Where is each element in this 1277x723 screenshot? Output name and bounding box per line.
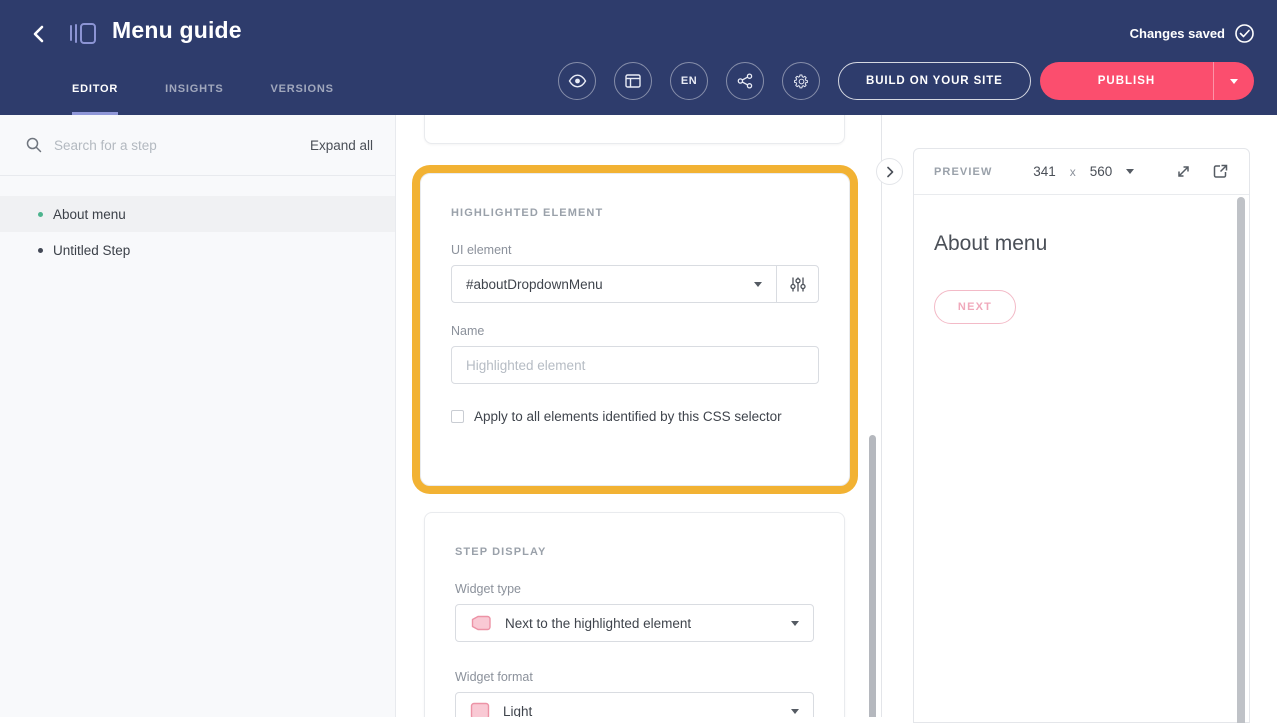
ui-element-label: UI element — [451, 243, 819, 257]
logo-bar — [75, 24, 77, 43]
preview-size-select[interactable]: 341 x 560 — [1033, 164, 1134, 179]
tab-versions[interactable]: VERSIONS — [271, 83, 334, 115]
collapse-panel-button[interactable] — [876, 158, 903, 185]
layout-button[interactable] — [614, 62, 652, 100]
widget-type-select[interactable]: Next to the highlighted element — [455, 604, 814, 642]
share-button[interactable] — [726, 62, 764, 100]
step-dot — [38, 248, 43, 253]
save-status: Changes saved — [1130, 23, 1255, 44]
logo-rect — [80, 23, 96, 44]
tab-editor[interactable]: EDITOR — [72, 83, 118, 115]
preview-card: PREVIEW 341 x 560 — [913, 148, 1250, 723]
page-title: Menu guide — [112, 17, 242, 44]
checkbox[interactable] — [451, 410, 464, 423]
step-display-card: STEP DISPLAY Widget type Next to the hig… — [424, 512, 845, 717]
format-swatch-icon — [470, 702, 490, 717]
preview-header-icons — [1175, 163, 1229, 180]
preview-scrollbar-thumb[interactable] — [1237, 197, 1245, 723]
dropdown-caret-icon — [791, 709, 799, 714]
dropdown-caret-icon — [754, 282, 762, 287]
header-tabs: EDITOR INSIGHTS VERSIONS — [72, 83, 334, 115]
widget-format-label: Widget format — [455, 670, 814, 684]
chevron-right-icon — [886, 166, 894, 178]
widget-type-value: Next to the highlighted element — [505, 616, 778, 631]
preview-panel-title: PREVIEW — [934, 166, 992, 178]
preview-height-value: 560 — [1090, 164, 1113, 179]
logo-bar — [70, 25, 72, 41]
step-label: About menu — [53, 207, 126, 222]
header-icon-toolbar: EN — [558, 62, 820, 100]
name-label: Name — [451, 324, 819, 338]
step-item-untitled-step[interactable]: Untitled Step — [0, 232, 395, 268]
widget-format-select[interactable]: Light — [455, 692, 814, 717]
apply-all-checkbox-row[interactable]: Apply to all elements identified by this… — [451, 409, 819, 424]
dropdown-caret-icon — [791, 621, 799, 626]
preview-header: PREVIEW 341 x 560 — [914, 149, 1249, 195]
tooltip-widget-icon — [470, 613, 492, 633]
expand-preview-button[interactable] — [1175, 163, 1192, 180]
preview-eye-button[interactable] — [558, 62, 596, 100]
publish-button[interactable]: PUBLISH — [1040, 62, 1213, 100]
step-item-about-menu[interactable]: About menu — [0, 196, 395, 232]
preview-body: About menu NEXT — [914, 195, 1249, 723]
checkbox-label: Apply to all elements identified by this… — [474, 409, 782, 424]
preview-step-title: About menu — [934, 232, 1229, 256]
search-input[interactable] — [54, 138, 310, 153]
preview-next-button[interactable]: NEXT — [934, 290, 1016, 324]
preview-width-value: 341 — [1033, 164, 1056, 179]
ui-element-select[interactable]: #aboutDropdownMenu — [452, 266, 776, 302]
build-on-your-site-button[interactable]: BUILD ON YOUR SITE — [838, 62, 1031, 100]
language-badge: EN — [681, 75, 697, 87]
step-editor-panel: HIGHLIGHTED ELEMENT UI element #aboutDro… — [396, 115, 881, 717]
step-search-row: Expand all — [0, 115, 395, 176]
preview-size-separator: x — [1070, 165, 1076, 179]
publish-button-group: PUBLISH — [1040, 62, 1254, 100]
sliders-icon — [790, 276, 806, 293]
widget-type-label: Widget type — [455, 582, 814, 596]
open-in-new-tab-button[interactable] — [1212, 163, 1229, 180]
share-icon — [737, 73, 753, 89]
previous-settings-card — [424, 115, 845, 144]
settings-button[interactable] — [782, 62, 820, 100]
back-chevron-icon — [32, 25, 44, 43]
search-icon — [26, 137, 42, 153]
widget-format-value: Light — [503, 704, 778, 718]
step-list: About menu Untitled Step — [0, 176, 395, 268]
app-header: Menu guide Changes saved EDITOR INSIGHTS… — [0, 0, 1277, 115]
section-title: HIGHLIGHTED ELEMENT — [451, 207, 819, 219]
selector-settings-button[interactable] — [777, 266, 818, 302]
layout-panel-icon — [625, 74, 641, 88]
eye-icon — [568, 74, 587, 88]
open-external-icon — [1212, 163, 1229, 180]
publish-dropdown-button[interactable] — [1214, 62, 1254, 100]
resize-caret-icon — [1126, 169, 1134, 174]
back-button[interactable] — [26, 22, 50, 46]
tab-insights[interactable]: INSIGHTS — [165, 83, 223, 115]
step-label: Untitled Step — [53, 243, 130, 258]
check-circle-icon — [1234, 23, 1255, 44]
step-dot — [38, 212, 43, 217]
highlighted-section-ring: HIGHLIGHTED ELEMENT UI element #aboutDro… — [412, 165, 858, 494]
gear-icon — [793, 73, 810, 90]
language-button[interactable]: EN — [670, 62, 708, 100]
logo-slides-icon — [70, 20, 100, 46]
editor-scrollbar-thumb[interactable] — [869, 435, 876, 717]
save-status-text: Changes saved — [1130, 26, 1225, 41]
highlighted-element-name-input[interactable] — [451, 346, 819, 384]
ui-element-combo: #aboutDropdownMenu — [451, 265, 819, 303]
section-title: STEP DISPLAY — [455, 546, 814, 558]
expand-all-link[interactable]: Expand all — [310, 138, 373, 153]
steps-sidebar: Expand all About menu Untitled Step — [0, 115, 396, 717]
highlighted-element-card: HIGHLIGHTED ELEMENT UI element #aboutDro… — [420, 173, 850, 486]
chevron-down-icon — [1230, 79, 1238, 84]
expand-diagonal-icon — [1175, 163, 1192, 180]
ui-element-value: #aboutDropdownMenu — [466, 277, 603, 292]
